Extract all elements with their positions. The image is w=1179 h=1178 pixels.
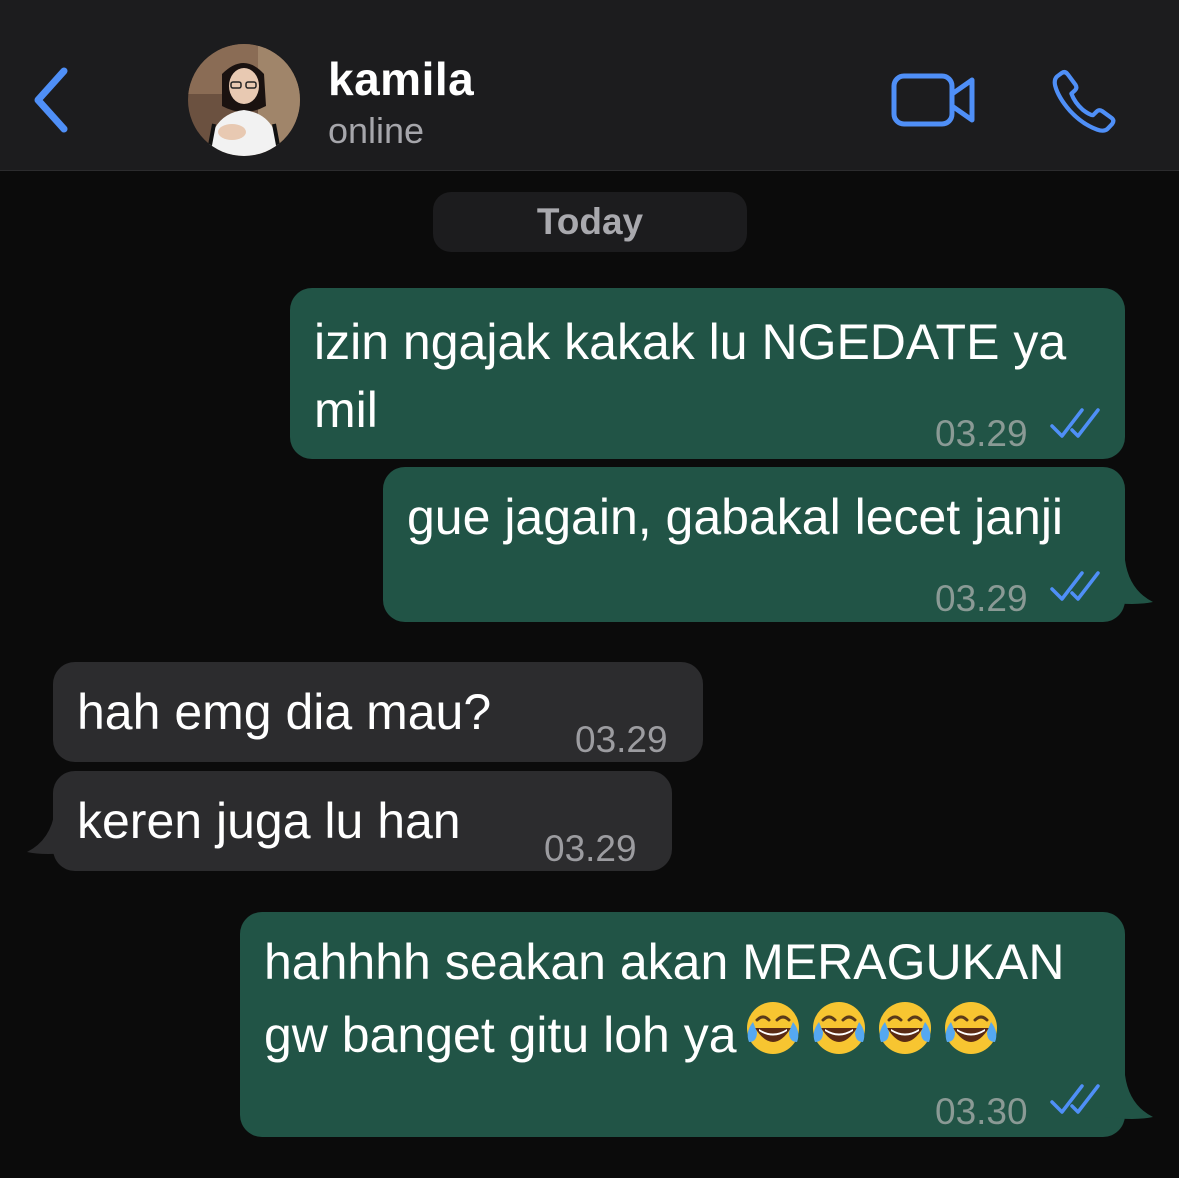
read-ticks-icon [1050,408,1100,438]
message-text: mil [314,382,378,438]
message-text: hah emg dia mau? [77,684,492,740]
message-time: 03.30 [935,1091,1028,1132]
video-call-button[interactable] [888,68,980,132]
chat-header: kamila online [0,0,1179,171]
message-text: gue jagain, gabakal lecet janji [407,489,1064,545]
phone-icon [1052,70,1116,133]
message-time: 03.29 [935,578,1028,619]
bubble-tail [1105,1075,1153,1119]
read-ticks-icon [1050,1084,1100,1114]
date-separator: Today [433,192,747,252]
message-bubble-incoming[interactable]: keren juga lu han 03.29 [53,771,672,871]
message-text: hahhhh seakan akan MERAGUKAN [264,934,1065,990]
face-with-tears-of-joy-icon [746,1002,799,1054]
message-time: 03.29 [544,828,637,869]
face-with-tears-of-joy-icon [812,1002,865,1054]
message-bubble-outgoing[interactable]: gue jagain, gabakal lecet janji 03.29 [383,467,1125,622]
message-time: 03.29 [575,719,668,760]
contact-name[interactable]: kamila [328,52,474,106]
message-text-with-emoji: gw banget gitu loh ya [264,998,1001,1069]
message-text: izin ngajak kakak lu NGEDATE ya [314,314,1067,370]
voice-call-button[interactable] [1048,66,1120,138]
message-bubble-outgoing[interactable]: izin ngajak kakak lu NGEDATE ya mil 03.2… [290,288,1125,459]
face-with-tears-of-joy-icon [944,1002,997,1054]
back-button[interactable] [20,60,80,140]
contact-avatar[interactable] [188,44,300,156]
message-text: keren juga lu han [77,793,461,849]
video-camera-icon [891,73,975,127]
chevron-left-icon [34,67,68,133]
message-bubble-outgoing[interactable]: hahhhh seakan akan MERAGUKAN gw banget g… [240,912,1125,1137]
bubble-tail [27,810,75,854]
contact-status: online [328,110,425,151]
message-time: 03.29 [935,413,1028,454]
bubble-tail [1105,560,1153,604]
message-text: gw banget gitu loh ya [264,1007,737,1063]
message-bubble-incoming[interactable]: hah emg dia mau? 03.29 [53,662,703,762]
face-with-tears-of-joy-icon [878,1002,931,1054]
read-ticks-icon [1050,571,1100,601]
